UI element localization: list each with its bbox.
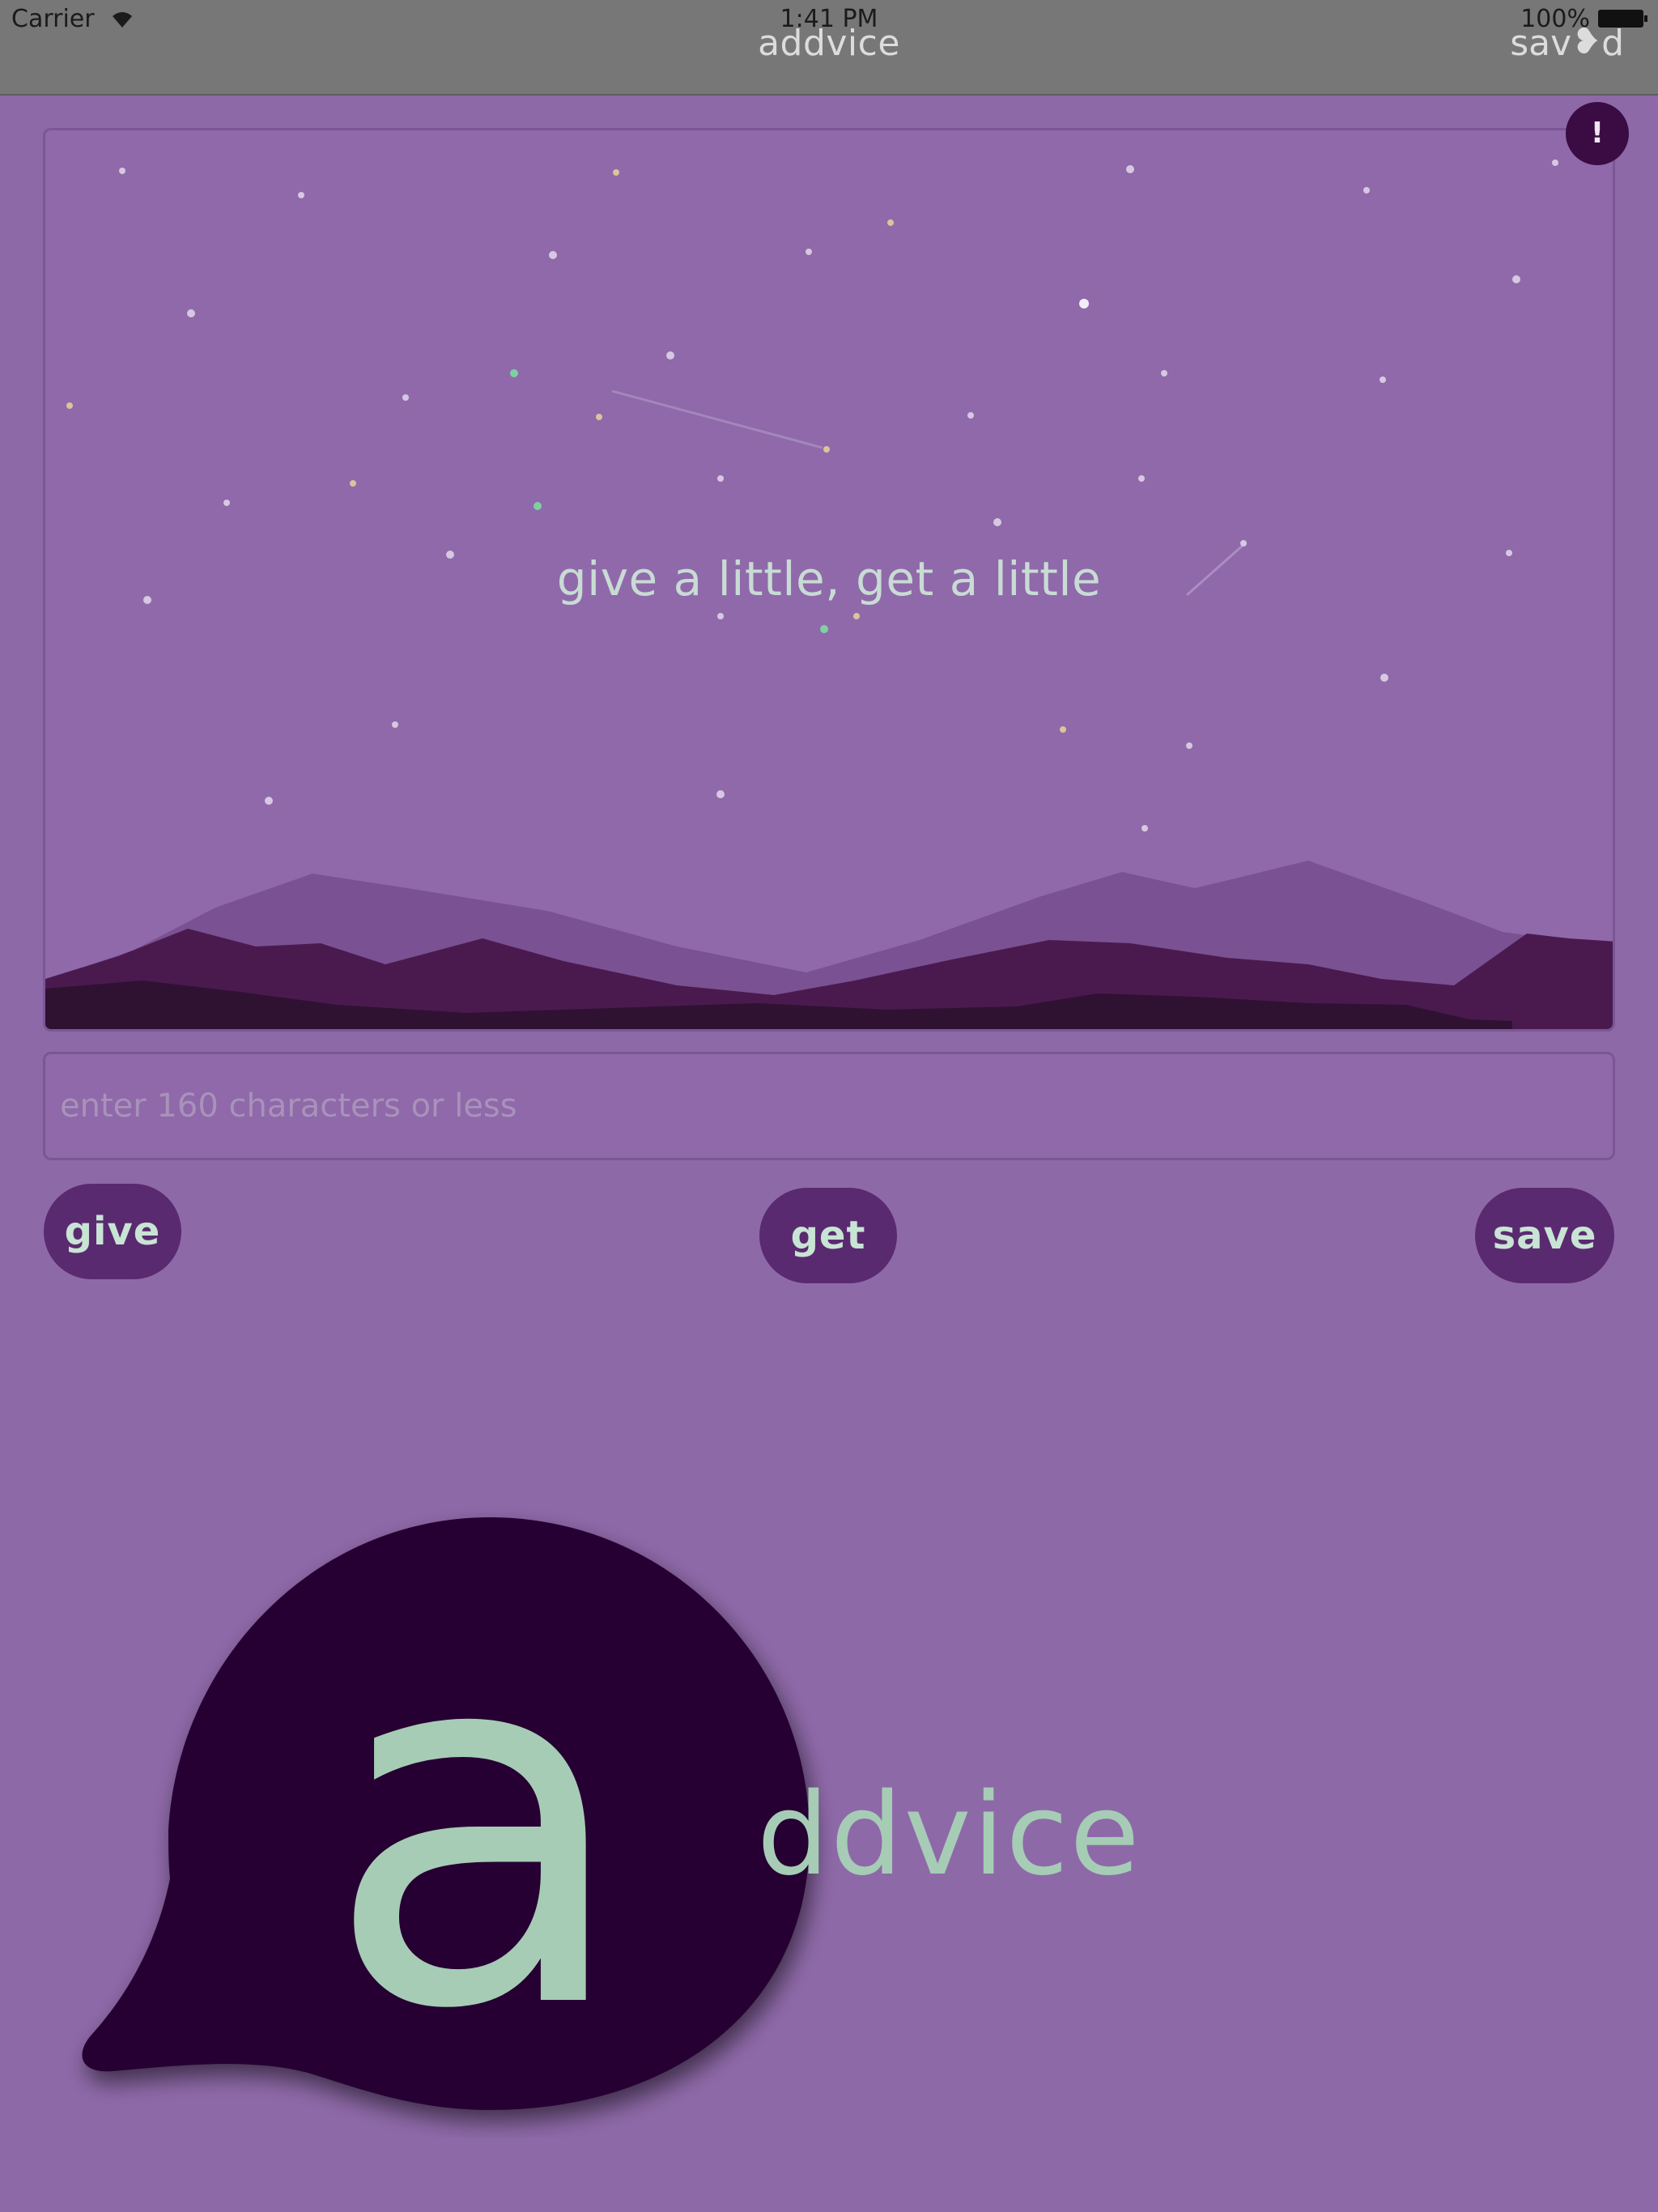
navigation-bar: Carrier 1:41 PM 100% addvice sav❥d [0,0,1658,96]
saved-label-start: sav [1510,23,1572,64]
hero-card: give a little, get a little [43,128,1615,1032]
advice-input[interactable] [43,1052,1615,1160]
logo-letter: a [324,1535,631,2119]
give-button[interactable]: give [44,1184,181,1279]
logo-wordmark: ddvice [757,1769,1141,1901]
saved-label-end: d [1601,23,1624,64]
saved-button[interactable]: sav❥d [1510,21,1624,64]
hero-tagline: give a little, get a little [556,551,1102,606]
save-button[interactable]: save [1475,1188,1614,1283]
page-title: addvice [758,23,900,64]
heart-icon: ❥ [1571,21,1602,62]
get-button[interactable]: get [759,1188,897,1283]
alert-button[interactable]: ! [1566,102,1629,165]
